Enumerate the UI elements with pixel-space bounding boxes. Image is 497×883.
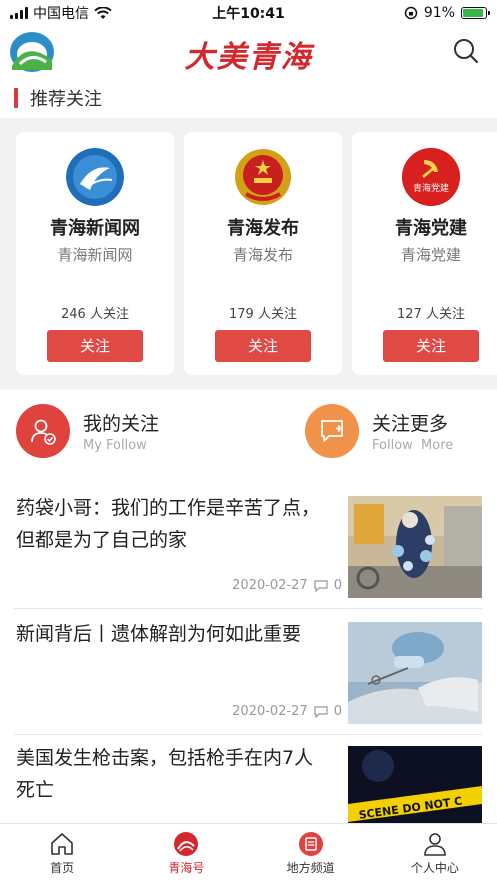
tab-label: 地方频道 [286,861,335,875]
party-building-logo-icon: 青海党建 [402,148,460,206]
bottom-tab-bar: 首页 青海号 地方频道 个人中心 [0,823,497,883]
app-header: 大美青海 [0,26,497,78]
news-thumbnail: SCENE DO NOT C [348,746,482,824]
section-title: 推荐关注 [30,89,102,110]
news-item[interactable]: 药袋小哥：我们的工作是辛苦了点，但都是为了自己的家 2020-02-27 0 [14,492,484,604]
news-date: 2020-02-27 [232,578,308,593]
card-name: 青海发布 [227,218,299,239]
tab-label: 个人中心 [410,861,459,875]
news-comment-count: 0 [333,578,342,593]
tab-label: 首页 [50,861,75,875]
card-followers: 127 人关注 [397,307,465,322]
my-follow-subtitle: My Follow [83,438,147,453]
my-follow-icon [16,404,70,458]
wifi-icon [94,6,112,19]
follow-button[interactable]: 关注 [383,330,479,362]
news-item[interactable]: 新闻背后丨遗体解剖为何如此重要 2020-02-27 0 [14,618,484,730]
news-meta: 2020-02-27 0 [232,704,342,719]
follow-shortcuts: 我的关注 My Follow 关注更多 Follow More [0,404,497,466]
news-title: 新闻背后丨遗体解剖为何如此重要 [16,623,302,645]
card-followers: 246 人关注 [61,307,129,322]
news-date: 2020-02-27 [232,704,308,719]
battery-icon [461,7,490,19]
follow-more-button[interactable]: 关注更多 Follow More [305,404,453,458]
signal-icon [10,7,28,19]
card-followers: 179 人关注 [229,307,297,322]
status-bar: 中国电信 上午10:41 91% [0,0,497,26]
section-header: 推荐关注 [14,84,102,112]
follow-button[interactable]: 关注 [215,330,311,362]
news-title: 药袋小哥：我们的工作是辛苦了点，但都是为了自己的家 [16,497,321,551]
news-item[interactable]: 美国发生枪击案，包括枪手在内7人死亡 SCENE DO NOT C [14,742,484,824]
my-follow-title: 我的关注 [83,413,160,435]
follow-more-subtitle: Follow More [372,438,454,453]
tab-qinghai-hao[interactable]: 青海号 [124,824,248,883]
recommend-card[interactable]: 青海新闻网 青海新闻网 246 人关注 关注 [16,132,174,375]
card-subtitle: 青海发布 [232,246,293,264]
local-channel-icon [298,832,323,856]
list-divider [14,734,482,735]
comment-icon [314,579,328,592]
list-divider [14,608,482,609]
orientation-lock-icon [404,6,418,20]
follow-button[interactable]: 关注 [47,330,143,362]
card-name: 青海党建 [395,218,467,239]
tab-profile[interactable]: 个人中心 [373,824,497,883]
search-icon[interactable] [451,36,481,66]
tab-local-channel[interactable]: 地方频道 [249,824,373,883]
card-name: 青海新闻网 [50,218,140,239]
qinghai-hao-icon [174,832,199,856]
recommend-card[interactable]: 青海党建 青海党建 青海党建 127 人关注 关注 [352,132,497,375]
qinghai-news-logo-icon [66,148,124,206]
news-meta: 2020-02-27 0 [232,578,342,593]
follow-more-icon [305,404,359,458]
carrier-label: 中国电信 [33,6,89,22]
national-emblem-icon [234,148,292,206]
news-thumbnail [348,496,482,598]
brand-title: 大美青海 [184,40,313,75]
tab-home[interactable]: 首页 [0,824,124,883]
recommend-carousel[interactable]: 青海新闻网 青海新闻网 246 人关注 关注 青海发布 青海发布 179 人关注… [0,118,497,390]
card-subtitle: 青海党建 [400,246,461,264]
recommend-card[interactable]: 青海发布 青海发布 179 人关注 关注 [184,132,342,375]
section-accent-bar [14,88,18,108]
news-title: 美国发生枪击案，包括枪手在内7人死亡 [16,747,314,801]
tab-label: 青海号 [168,861,205,875]
clock: 上午10:41 [212,6,285,22]
news-thumbnail [348,622,482,724]
follow-more-title: 关注更多 [372,413,449,435]
user-icon [424,833,446,856]
my-follow-button[interactable]: 我的关注 My Follow [16,404,159,458]
card-badge-text: 青海党建 [412,184,449,194]
card-subtitle: 青海新闻网 [57,246,133,264]
comment-icon [314,705,328,718]
battery-percent: 91% [423,5,455,21]
news-comment-count: 0 [333,704,342,719]
home-icon [51,833,73,855]
